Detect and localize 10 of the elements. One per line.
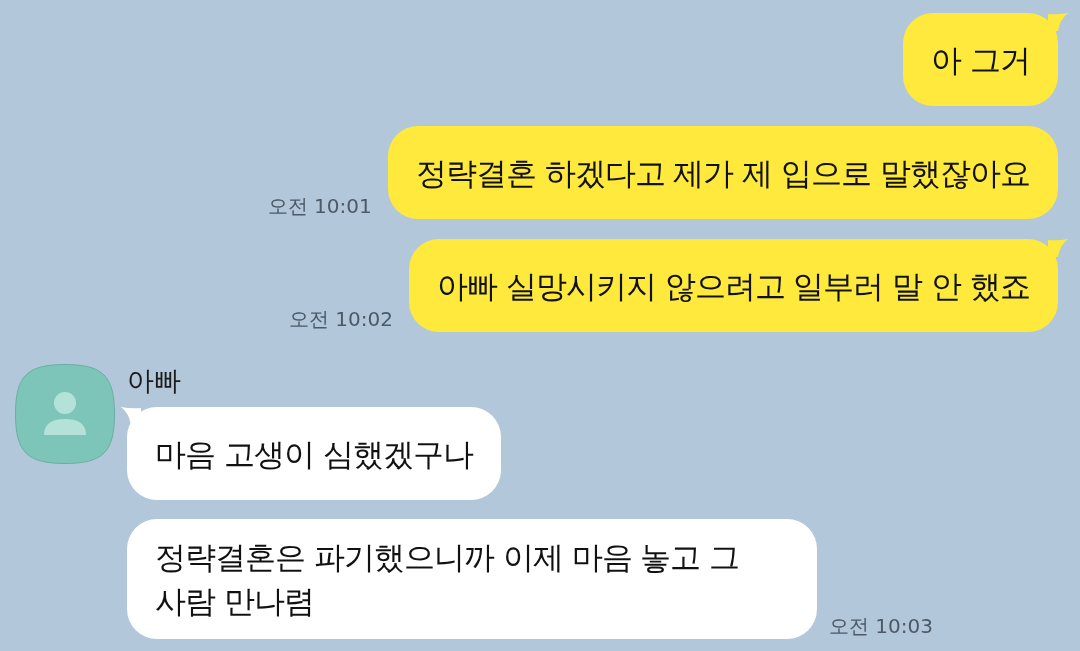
sent-message: 아빠 실망시키지 않으려고 일부러 말 안 했죠 <box>408 239 1058 332</box>
message-time: 오전 10:03 <box>829 614 933 638</box>
sent-message: 아 그거 <box>903 13 1058 106</box>
sender-name: 아빠 <box>127 364 181 398</box>
message-time: 오전 10:02 <box>288 307 393 331</box>
avatar-icon[interactable] <box>15 364 115 464</box>
received-message: 마음 고생이 심했겠구나 <box>127 407 501 500</box>
sent-message: 정략결혼 하겠다고 제가 제 입으로 말했잖아요 <box>387 126 1058 219</box>
received-message: 정략결혼은 파기했으니까 이제 마음 놓고 그 사람 만나렴 <box>127 519 817 639</box>
message-time: 오전 10:01 <box>267 194 372 218</box>
